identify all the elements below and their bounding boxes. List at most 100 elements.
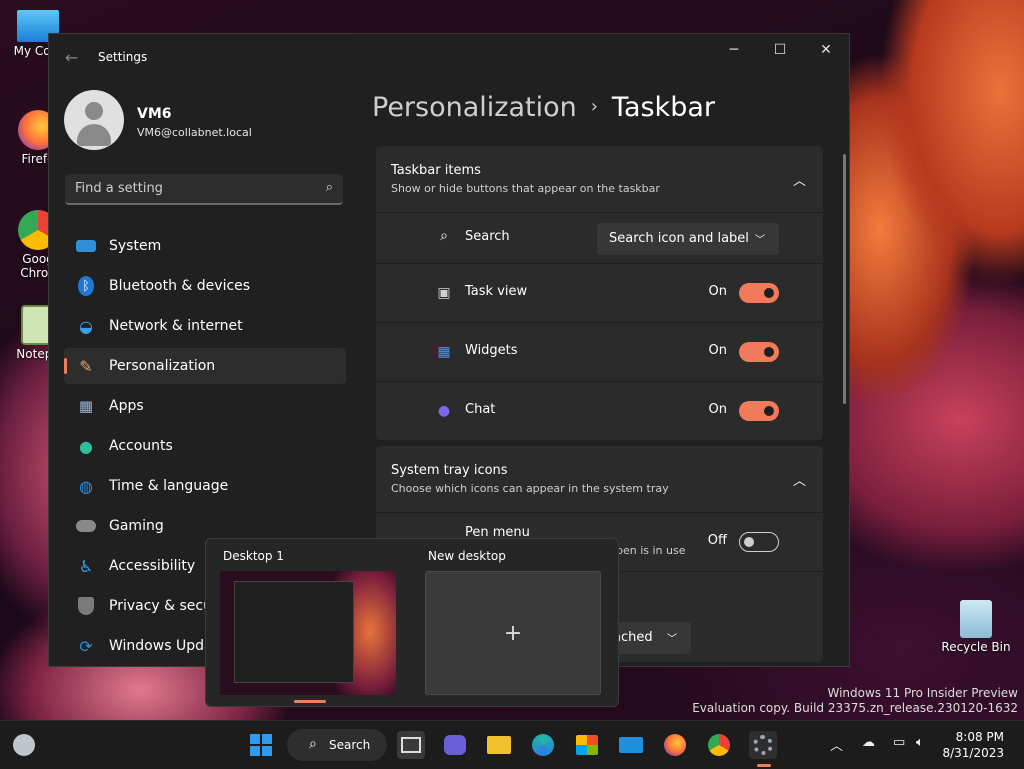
breadcrumb-parent[interactable]: Personalization [372, 92, 577, 123]
back-arrow-icon[interactable]: ← [65, 48, 78, 67]
breadcrumb: Personalization › Taskbar [372, 92, 715, 123]
sidebar-item-system[interactable]: System [64, 228, 346, 264]
chevron-down-icon: ﹀ [755, 235, 765, 246]
wifi-icon: ◒ [79, 316, 93, 336]
chat-icon: ● [437, 403, 451, 419]
search-placeholder: Find a setting [75, 181, 163, 196]
toggle-state: On [708, 402, 727, 417]
desktop-1-card[interactable]: Desktop 1 [214, 549, 396, 695]
sidebar-item-bluetooth[interactable]: ᛒ Bluetooth & devices [64, 268, 346, 304]
active-desktop-indicator [294, 700, 326, 703]
widgets-setting-row: ▦ Widgets On [376, 322, 823, 381]
desktop-icon-label: Recycle Bin [941, 640, 1011, 654]
search-input[interactable]: Find a setting ⌕ [65, 174, 343, 205]
add-desktop-icon[interactable]: + [425, 571, 601, 695]
taskbar-search-label: Search [329, 738, 371, 752]
row-label: Chat [465, 402, 496, 417]
onedrive-icon[interactable]: ☁ [862, 735, 875, 750]
section-title: Taskbar items [391, 163, 481, 178]
window-title: Settings [98, 50, 148, 64]
toggle-state: Off [707, 533, 727, 548]
edge-icon[interactable] [529, 731, 557, 759]
profile-name: VM6 [137, 106, 172, 122]
toggle-state: On [708, 284, 727, 299]
settings-gear-icon[interactable] [749, 731, 777, 759]
page-title: Taskbar [611, 92, 715, 123]
desktop-1-thumbnail[interactable] [220, 571, 396, 695]
store-icon[interactable] [573, 731, 601, 759]
avatar [64, 90, 124, 150]
tray-overflow-chevron-icon[interactable]: ︿ [830, 735, 843, 754]
shield-icon [78, 597, 94, 615]
task-view-icon[interactable] [397, 731, 425, 759]
recycle-bin-icon [960, 600, 992, 638]
chevron-down-icon: ﹀ [667, 634, 677, 645]
sidebar-item-network[interactable]: ◒ Network & internet [64, 308, 346, 344]
active-app-indicator [757, 764, 771, 767]
section-subtitle: Show or hide buttons that appear on the … [391, 182, 660, 195]
chat-toggle[interactable] [739, 401, 779, 421]
task-view-flyout: Desktop 1 New desktop + [205, 538, 619, 707]
widgets-icon: ▦ [437, 344, 451, 360]
breadcrumb-chevron-icon: › [590, 96, 598, 117]
title-bar[interactable]: ← Settings ─ ☐ ✕ [49, 34, 849, 82]
apps-icon: ▦ [78, 397, 94, 415]
taskbar-items-section: Taskbar items Show or hide buttons that … [376, 146, 823, 440]
user-profile[interactable]: VM6 VM6@collabnet.local [64, 90, 334, 152]
close-button[interactable]: ✕ [803, 34, 849, 66]
search-icon: ⌕ [325, 180, 333, 195]
globe-icon: ◍ [79, 476, 93, 496]
chevron-up-icon[interactable]: ︿ [793, 170, 806, 189]
task-view-icon: ▣ [437, 285, 451, 301]
row-label: Task view [465, 284, 528, 299]
new-desktop-label: New desktop [428, 549, 506, 563]
desktop-icon-recycle-bin[interactable]: Recycle Bin [938, 600, 1014, 654]
update-icon: ⟳ [79, 636, 93, 656]
clock-date: 8/31/2023 [942, 746, 1004, 760]
accessibility-icon: ♿ [78, 556, 94, 576]
profile-email: VM6@collabnet.local [137, 126, 252, 139]
taskbar-search-button[interactable]: ⌕ Search [287, 729, 387, 761]
sidebar-item-apps[interactable]: ▦ Apps [64, 388, 346, 424]
section-subtitle: Choose which icons can appear in the sys… [391, 482, 669, 495]
clock[interactable]: 8:08 PM 8/31/2023 [942, 729, 1004, 761]
toggle-state: On [708, 343, 727, 358]
search-icon: ⌕ [309, 736, 317, 752]
sidebar-item-personalization[interactable]: ✎ Personalization [64, 348, 346, 384]
new-desktop-card[interactable]: New desktop + [419, 549, 601, 695]
section-title: System tray icons [391, 463, 508, 478]
chat-icon[interactable] [441, 731, 469, 759]
task-view-setting-row: ▣ Task view On [376, 263, 823, 322]
minimize-button[interactable]: ─ [711, 34, 757, 66]
chrome-icon[interactable] [705, 731, 733, 759]
volume-icon[interactable]: 🔈︎ [916, 735, 924, 750]
maximize-button[interactable]: ☐ [757, 34, 803, 66]
mail-icon[interactable] [617, 731, 645, 759]
row-label: Widgets [465, 343, 518, 358]
task-view-toggle[interactable] [739, 283, 779, 303]
desktop-1-label: Desktop 1 [223, 549, 284, 563]
chevron-up-icon[interactable]: ︿ [793, 470, 806, 489]
search-icon: ⌕ [440, 228, 448, 244]
weather-icon[interactable] [10, 731, 38, 759]
firefox-icon[interactable] [661, 731, 689, 759]
bluetooth-icon: ᛒ [78, 276, 94, 296]
network-icon[interactable]: ▭ [893, 735, 905, 750]
accounts-icon: ● [79, 436, 93, 456]
start-icon[interactable] [247, 731, 275, 759]
content-scrollbar[interactable] [843, 154, 846, 404]
row-sublabel: pen is in use [616, 544, 686, 557]
taskbar-items-header[interactable]: Taskbar items Show or hide buttons that … [376, 146, 823, 212]
system-icon [76, 240, 96, 252]
pen-menu-toggle[interactable] [739, 532, 779, 552]
sidebar-item-accounts[interactable]: ● Accounts [64, 428, 346, 464]
sidebar-item-time-language[interactable]: ◍ Time & language [64, 468, 346, 504]
search-mode-dropdown[interactable]: Search icon and label ﹀ [597, 223, 779, 255]
row-label: Search [465, 229, 510, 244]
window-controls: ─ ☐ ✕ [711, 34, 849, 66]
brush-icon: ✎ [79, 356, 93, 376]
system-tray-header[interactable]: System tray icons Choose which icons can… [376, 446, 823, 512]
widgets-toggle[interactable] [739, 342, 779, 362]
file-explorer-icon[interactable] [485, 731, 513, 759]
gamepad-icon [76, 520, 96, 532]
